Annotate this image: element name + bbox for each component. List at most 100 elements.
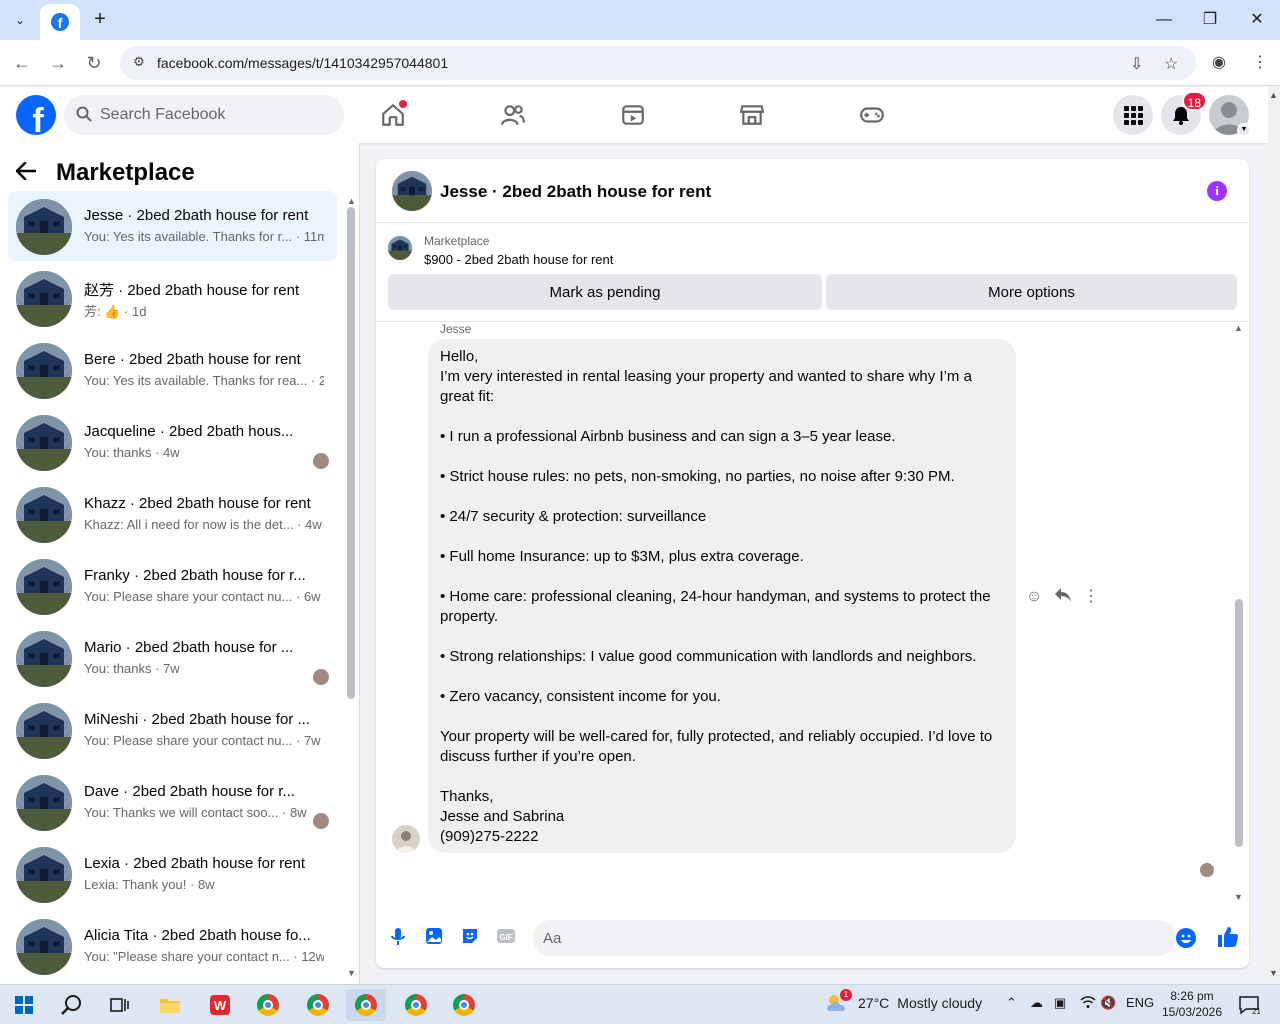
sticker-icon[interactable] [460, 926, 480, 946]
listing-small-thumbnail[interactable] [388, 236, 412, 260]
react-emoji-icon[interactable]: ☺ [1024, 587, 1044, 607]
listing-thumbnail[interactable] [392, 171, 432, 211]
page-scroll-up-icon[interactable]: ▲ [1269, 90, 1278, 100]
notifications-button[interactable]: 18 [1161, 91, 1207, 135]
close-window-button[interactable]: ✕ [1245, 8, 1269, 32]
preview-time-value: 7w [163, 661, 180, 676]
profile-icon[interactable]: ◉ [1212, 52, 1226, 72]
wifi-icon[interactable] [1080, 995, 1096, 1012]
photo-icon[interactable] [424, 926, 444, 946]
conversation-item[interactable]: Mario · 2bed 2bath house for ... You: tha… [8, 623, 337, 693]
conversation-item[interactable]: 赵芳 · 2bed 2bath house for rent 芳: 👍 · 1d [8, 263, 337, 333]
listing-thumbnail [16, 847, 72, 903]
back-arrow-icon[interactable] [15, 159, 46, 187]
home-icon[interactable] [377, 99, 409, 131]
install-app-icon[interactable]: ⇩ [1130, 54, 1143, 74]
more-actions-icon[interactable]: ⋮ [1081, 587, 1101, 607]
chevron-down-icon[interactable]: ▼ [1237, 123, 1251, 137]
more-options-button[interactable]: More options [826, 274, 1237, 310]
facebook-logo-icon[interactable]: f [16, 95, 56, 135]
preview-time: · [278, 805, 290, 820]
file-explorer-icon[interactable] [150, 989, 190, 1021]
emoji-icon[interactable] [1176, 928, 1196, 948]
clock[interactable]: 8:26 pm 15/03/2026 [1160, 988, 1224, 1020]
microphone-icon[interactable] [388, 926, 408, 946]
wps-office-icon[interactable]: W [200, 989, 240, 1021]
meet-now-icon[interactable]: ▣ [1054, 995, 1066, 1011]
back-icon[interactable]: ← [10, 51, 34, 75]
conversation-item[interactable]: Khazz · 2bed 2bath house for rent Khazz: … [8, 479, 337, 549]
page-scroll-down-icon[interactable]: ▼ [1269, 968, 1278, 978]
start-windows-icon[interactable] [4, 989, 44, 1021]
chat-scrollbar[interactable] [1235, 599, 1243, 847]
minimize-button[interactable]: — [1152, 8, 1176, 32]
conversation-item[interactable]: Jacqueline · 2bed 2bath hous... You: than… [8, 407, 337, 477]
bookmark-star-icon[interactable]: ☆ [1164, 54, 1178, 74]
preview-text: You: Yes its available. Thanks for r... [84, 229, 293, 244]
scroll-down-icon[interactable]: ▼ [347, 968, 356, 978]
preview-text: Khazz: All i need for now is the det... [84, 517, 294, 532]
task-view-icon[interactable] [100, 989, 140, 1021]
scroll-up-icon[interactable]: ▲ [347, 196, 356, 206]
conversation-item[interactable]: Lexia · 2bed 2bath house for rent Lexia: … [8, 839, 337, 909]
volume-muted-icon[interactable]: 🔇 [1100, 995, 1116, 1011]
search-input[interactable] [100, 95, 330, 135]
chat-scroll-down-icon[interactable]: ▼ [1234, 892, 1243, 902]
chrome-profile-4-icon[interactable] [396, 989, 436, 1021]
menu-grid-button[interactable] [1113, 95, 1153, 135]
page-scrollbar[interactable] [1268, 87, 1280, 984]
gif-icon[interactable]: GIF [496, 926, 516, 946]
sender-avatar[interactable] [392, 825, 420, 853]
chrome-menu-icon[interactable]: ⋮ [1252, 52, 1268, 72]
preview-time-value: 2d [318, 373, 324, 388]
chrome-profile-1-icon[interactable] [248, 989, 288, 1021]
chat-scroll-up-icon[interactable]: ▲ [1234, 323, 1243, 333]
info-icon[interactable]: i [1207, 181, 1227, 201]
chrome-profile-2-icon[interactable] [298, 989, 338, 1021]
marketplace-icon[interactable] [736, 99, 768, 131]
conversation-item[interactable]: Bere · 2bed 2bath house for rent You: Yes… [8, 335, 337, 405]
address-bar[interactable]: ⚙ facebook.com/messages/t/14103429570448… [120, 46, 1196, 80]
conversation-item[interactable]: Franky · 2bed 2bath house for r... You: P… [8, 551, 337, 621]
sidebar-header: Marketplace [15, 157, 195, 189]
onedrive-icon[interactable]: ☁ [1030, 995, 1043, 1011]
weather-widget[interactable]: 1 27°C Mostly cloudy [824, 989, 982, 1013]
new-tab-button[interactable]: + [88, 8, 112, 32]
search-box[interactable] [64, 95, 344, 135]
chrome-profile-5-icon[interactable] [444, 989, 484, 1021]
friends-icon[interactable] [497, 99, 529, 131]
site-settings-icon[interactable]: ⚙ [130, 54, 148, 72]
chat-title[interactable]: Jesse · 2bed 2bath house for rent [440, 182, 711, 202]
seen-avatar [313, 453, 329, 469]
sidebar-scrollbar[interactable] [347, 207, 355, 699]
marketplace-label: Marketplace [424, 234, 490, 248]
chrome-profile-3-icon[interactable] [346, 989, 386, 1021]
message-input[interactable] [533, 920, 1176, 956]
language-indicator[interactable]: ENG [1126, 995, 1154, 1010]
svg-text:GIF: GIF [499, 933, 512, 942]
conversation-item[interactable]: Jesse · 2bed 2bath house for rent You: Ye… [8, 191, 337, 261]
search-taskbar-icon[interactable] [52, 989, 92, 1021]
conversation-preview: Lexia: Thank you! · 8w [84, 877, 324, 892]
conversation-item[interactable]: Alicia Tita · 2bed 2bath house fo... You:… [8, 911, 337, 981]
mark-pending-button[interactable]: Mark as pending [388, 274, 822, 310]
reply-icon[interactable] [1053, 587, 1073, 607]
listing-price-title[interactable]: $900 - 2bed 2bath house for rent [424, 252, 613, 267]
message-bubble[interactable]: Hello, I’m very interested in rental lea… [428, 339, 1016, 853]
tab-facebook[interactable]: f [40, 4, 80, 40]
notification-center-icon[interactable]: 21 [1238, 995, 1261, 1016]
conversation-preview: You: Please share your contact nu... · 7… [84, 733, 324, 748]
conversation-item[interactable]: MiNeshi · 2bed 2bath house for ... You: P… [8, 695, 337, 765]
notification-count: 21 [1252, 1007, 1260, 1015]
conversation-item[interactable]: Dave · 2bed 2bath house for r... You: Tha… [8, 767, 337, 837]
video-icon[interactable] [617, 99, 649, 131]
reload-icon[interactable]: ↻ [82, 51, 106, 75]
url-text[interactable]: facebook.com/messages/t/1410342957044801 [157, 55, 448, 71]
show-hidden-icons-icon[interactable]: ⌃ [1006, 995, 1017, 1011]
tab-search-dropdown-icon[interactable]: ⌄ [6, 6, 34, 34]
thumbs-up-icon[interactable] [1216, 925, 1240, 949]
preview-time: · [293, 517, 306, 532]
forward-icon[interactable]: → [46, 51, 70, 75]
gaming-icon[interactable] [856, 99, 888, 131]
restore-button[interactable]: ❐ [1198, 8, 1222, 32]
